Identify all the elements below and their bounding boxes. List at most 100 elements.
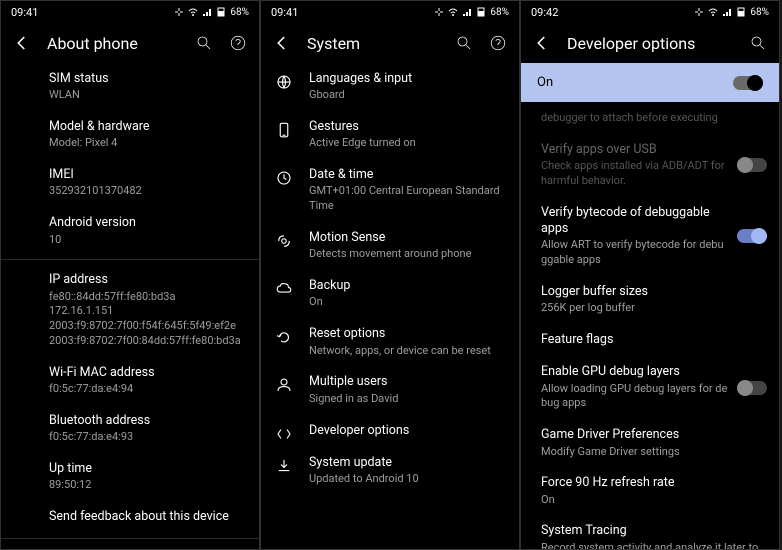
item-subtitle: Record system activity and analyze it la… (541, 541, 763, 549)
settings-item[interactable]: Game Driver Preferences Modify Game Drive… (521, 419, 779, 467)
content[interactable]: Languages & inputGboardGesturesActive Ed… (261, 63, 519, 549)
item-subtitle: Detects movement around phone (309, 247, 503, 262)
item-subtitle: Signed in as David (309, 392, 503, 407)
item-subtitle: On (541, 493, 763, 508)
settings-item[interactable]: Date & timeGMT+01:00 Central European St… (261, 159, 519, 222)
screen-developer-options: 09:42 68% Developer options On debugger … (520, 0, 780, 550)
cloud-icon (275, 280, 293, 298)
item-label: Enable GPU debug layers (541, 364, 729, 380)
settings-item[interactable]: Motion SenseDetects movement around phon… (261, 222, 519, 270)
settings-item[interactable]: Developer options (261, 415, 519, 447)
settings-item[interactable]: debugger to attach before executing (521, 102, 779, 134)
item-subtitle: WLAN (49, 88, 243, 103)
help-icon[interactable] (229, 34, 247, 52)
phone-icon (275, 121, 293, 139)
master-switch-banner[interactable]: On (521, 63, 779, 102)
settings-item[interactable]: Force 90 Hz refresh rate On (521, 467, 779, 515)
settings-item[interactable]: Verify bytecode of debuggable appsAllow … (521, 197, 779, 276)
settings-item[interactable]: Verify apps over USBCheck apps installed… (521, 134, 779, 197)
item-subtitle: 352932101370482 (49, 184, 243, 199)
settings-item[interactable]: GesturesActive Edge turned on (261, 111, 519, 159)
settings-item[interactable]: Up time89:50:12 (1, 453, 259, 501)
battery-icon (216, 7, 226, 17)
settings-item[interactable]: Build numberQD1A.190821.011.C4 (1, 543, 259, 549)
settings-item[interactable]: Model & hardwareModel: Pixel 4 (1, 111, 259, 159)
battery-percent: 68% (230, 7, 249, 18)
item-label: IMEI (49, 167, 243, 183)
settings-item[interactable]: Send feedback about this device (1, 501, 259, 533)
item-label: Model & hardware (49, 119, 243, 135)
status-time: 09:41 (11, 6, 38, 19)
item-label: Force 90 Hz refresh rate (541, 475, 763, 491)
toggle-switch[interactable] (737, 158, 767, 172)
wifi-icon (188, 7, 198, 17)
settings-item[interactable]: IMEI352932101370482 (1, 159, 259, 207)
item-label: Up time (49, 461, 243, 477)
battery-percent: 68% (490, 7, 509, 18)
screen-about-phone: 09:41 68% About phone SIM statusWLANMode… (0, 0, 260, 550)
item-label: Languages & input (309, 71, 503, 87)
settings-item[interactable]: Android version10 (1, 207, 259, 255)
item-subtitle: On (309, 295, 503, 310)
divider (1, 259, 259, 260)
settings-item[interactable]: Reset optionsNetwork, apps, or device ca… (261, 318, 519, 366)
search-icon[interactable] (455, 34, 473, 52)
divider (1, 538, 259, 539)
item-label: Logger buffer sizes (541, 284, 763, 300)
update-icon (275, 457, 293, 475)
item-subtitle: Updated to Android 10 (309, 472, 503, 487)
sync-icon (174, 7, 184, 17)
item-label: IP address (49, 272, 243, 288)
item-subtitle: Modify Game Driver settings (541, 445, 763, 460)
settings-item[interactable]: BackupOn (261, 270, 519, 318)
settings-item[interactable]: Enable GPU debug layers Allow loading GPU… (521, 356, 779, 419)
item-subtitle: Allow loading GPU debug layers for debug… (541, 382, 729, 412)
search-icon[interactable] (195, 34, 213, 52)
signal-icon (722, 7, 732, 17)
toggle-switch[interactable] (737, 381, 767, 395)
help-icon[interactable] (489, 34, 507, 52)
toggle-switch[interactable] (737, 229, 767, 243)
item-subtitle: 256K per log buffer (541, 301, 763, 316)
sync-icon (434, 7, 444, 17)
page-title: About phone (47, 34, 179, 53)
item-label: Gestures (309, 119, 503, 135)
item-label: Date & time (309, 167, 503, 183)
settings-item[interactable]: Languages & inputGboard (261, 63, 519, 111)
page-title: System (307, 34, 439, 53)
master-switch-label: On (537, 75, 553, 90)
settings-item[interactable]: IP addressfe80::84dd:57ff:fe80:bd3a172.1… (1, 264, 259, 357)
item-label: SIM status (49, 71, 243, 87)
wifi-icon (448, 7, 458, 17)
item-label: Android version (49, 215, 243, 231)
status-time: 09:41 (271, 6, 298, 19)
settings-item[interactable]: Wi-Fi MAC addressf0:5c:77:da:e4:94 (1, 357, 259, 405)
content[interactable]: debugger to attach before executingVerif… (521, 102, 779, 549)
item-label: Send feedback about this device (49, 509, 243, 525)
back-icon[interactable] (13, 34, 31, 52)
settings-item[interactable]: Logger buffer sizes256K per log buffer (521, 276, 779, 324)
status-time: 09:42 (531, 6, 558, 19)
settings-item[interactable]: Bluetooth addressf0:5c:77:da:e4:93 (1, 405, 259, 453)
back-icon[interactable] (273, 34, 291, 52)
master-switch-toggle[interactable] (733, 76, 763, 90)
battery-percent: 68% (750, 7, 769, 18)
battery-icon (736, 7, 746, 17)
item-subtitle: Model: Pixel 4 (49, 136, 243, 151)
settings-item[interactable]: Multiple usersSigned in as David (261, 366, 519, 414)
settings-item[interactable]: System updateUpdated to Android 10 (261, 447, 519, 495)
item-label: Game Driver Preferences (541, 427, 763, 443)
search-icon[interactable] (749, 34, 767, 52)
item-subtitle: Network, apps, or device can be reset (309, 344, 503, 359)
reset-icon (275, 328, 293, 346)
item-subtitle: 89:50:12 (49, 478, 243, 493)
item-subtitle: f0:5c:77:da:e4:93 (49, 430, 243, 445)
content[interactable]: SIM statusWLANModel & hardwareModel: Pix… (1, 63, 259, 549)
wifi-icon (708, 7, 718, 17)
battery-icon (476, 7, 486, 17)
back-icon[interactable] (533, 34, 551, 52)
settings-item[interactable]: Feature flags (521, 324, 779, 356)
settings-item[interactable]: SIM statusWLAN (1, 63, 259, 111)
item-label: Verify apps over USB (541, 142, 729, 158)
settings-item[interactable]: System TracingRecord system activity and… (521, 515, 779, 549)
